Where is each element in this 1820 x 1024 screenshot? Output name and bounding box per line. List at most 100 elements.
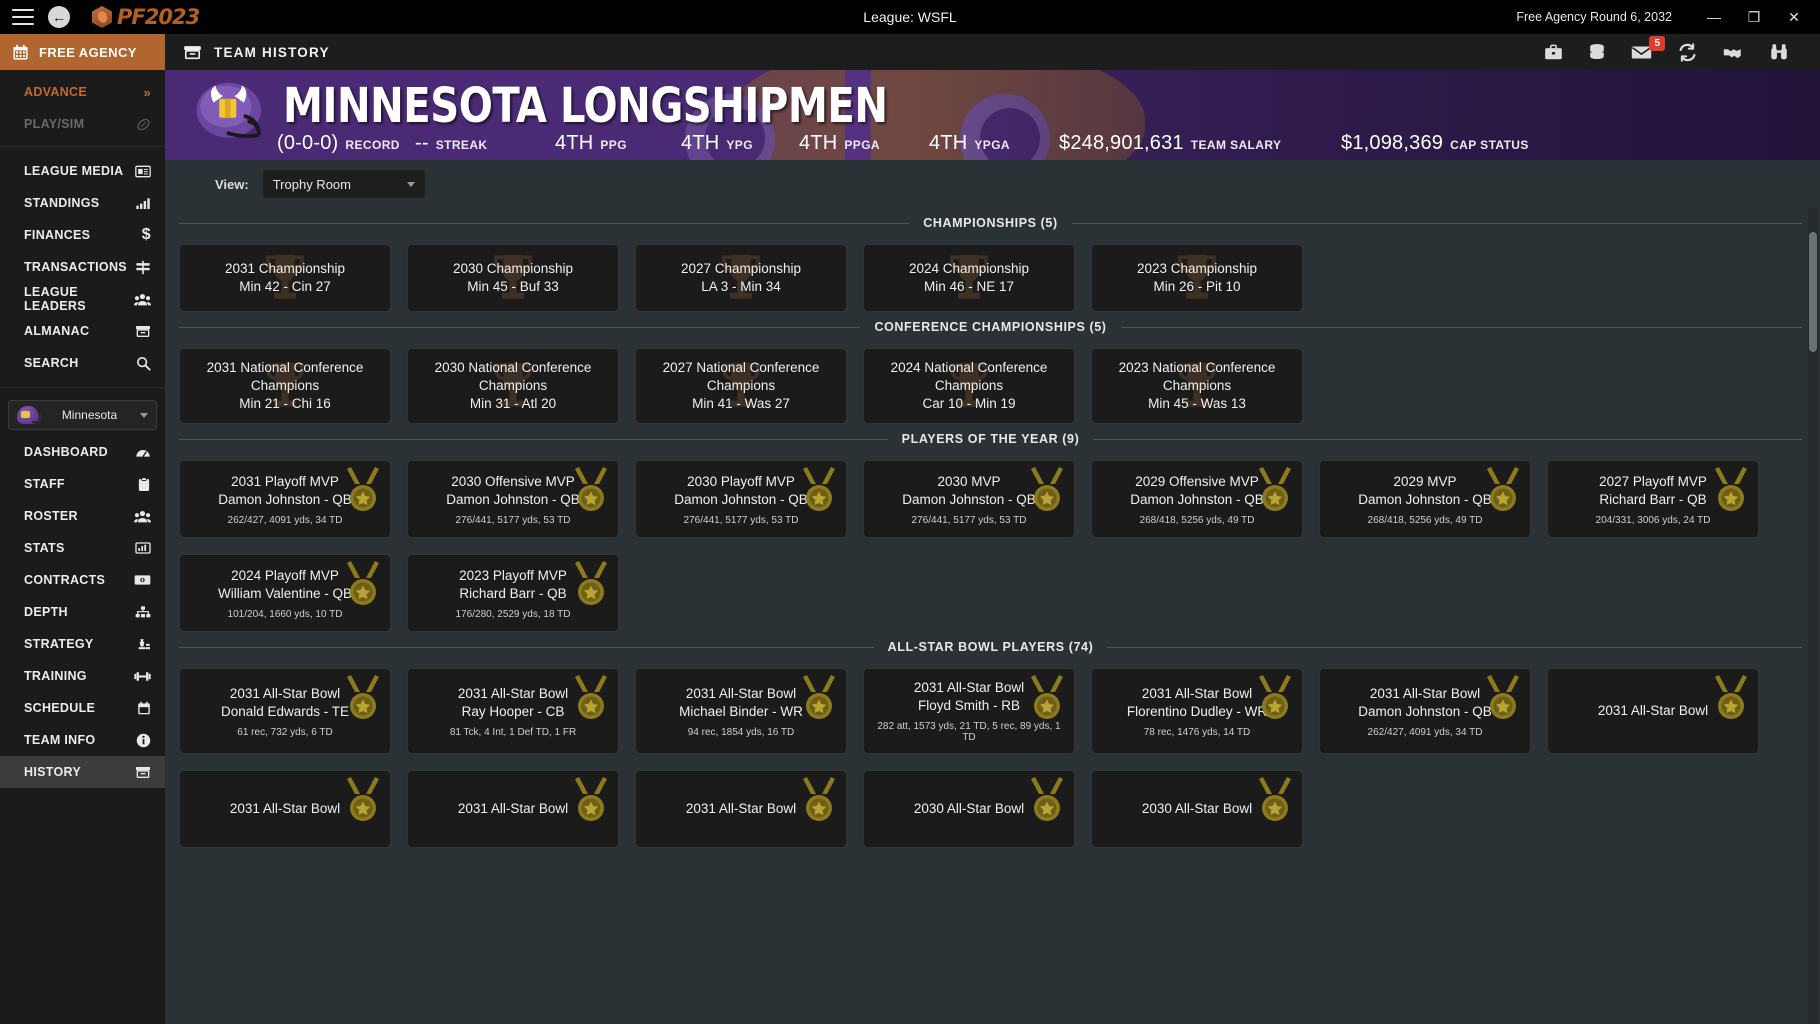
sidebar-league-group: LEAGUE MEDIA STANDINGS FINANCES $ TRANSA… xyxy=(0,147,165,388)
trophy-card[interactable]: 2031 All-Star Bowl xyxy=(179,770,391,848)
trophy-card[interactable]: 2031 Playoff MVP Damon Johnston - QB 262/4… xyxy=(179,460,391,538)
trophy-card[interactable]: 2031 All-Star Bowl xyxy=(407,770,619,848)
sidebar-item-staff[interactable]: STAFF xyxy=(0,468,165,500)
view-label: View: xyxy=(215,176,249,192)
card-subtitle: Min 21 - Chi 16 xyxy=(239,396,331,411)
trophy-card[interactable]: 2027 Championship LA 3 - Min 34 xyxy=(635,244,847,312)
sidebar-item-team-info[interactable]: TEAM INFO xyxy=(0,724,165,756)
free-agency-header[interactable]: FREE AGENCY xyxy=(0,34,165,70)
medal-icon xyxy=(1259,777,1291,821)
trophy-card[interactable]: 2027 Playoff MVP Richard Barr - QB 204/331… xyxy=(1547,460,1759,538)
sidebar-item-dashboard[interactable]: DASHBOARD xyxy=(0,436,165,468)
section-card-grid: 2031 National Conference Champions Min 21… xyxy=(175,348,1806,424)
sidebar-item-league-leaders[interactable]: LEAGUE LEADERS xyxy=(0,283,165,315)
trophy-card[interactable]: 2030 MVP Damon Johnston - QB 276/441, 5177… xyxy=(863,460,1075,538)
trophy-card[interactable]: 2031 All-Star Bowl Donald Edwards - TE 61 … xyxy=(179,668,391,754)
briefcase-icon[interactable] xyxy=(1544,44,1563,61)
trophy-card[interactable]: 2031 All-Star Bowl Florentino Dudley - WR… xyxy=(1091,668,1303,754)
sidebar-item-advance[interactable]: ADVANCE » xyxy=(0,76,165,108)
trophy-card[interactable]: 2029 Offensive MVP Damon Johnston - QB 268… xyxy=(1091,460,1303,538)
calendar-icon xyxy=(137,701,151,716)
trophy-card[interactable]: 2031 All-Star Bowl Ray Hooper - CB 81 Tck,… xyxy=(407,668,619,754)
sidebar-item-almanac[interactable]: ALMANAC xyxy=(0,315,165,347)
sidebar-item-strategy[interactable]: STRATEGY xyxy=(0,628,165,660)
trophy-card[interactable]: 2027 National Conference Champions Min 41… xyxy=(635,348,847,424)
trophy-card[interactable]: 2030 Playoff MVP Damon Johnston - QB 276/4… xyxy=(635,460,847,538)
database-icon[interactable] xyxy=(1589,43,1605,62)
section-header: CHAMPIONSHIPS (5) xyxy=(175,216,1806,230)
trophy-card[interactable]: 2024 Championship Min 46 - NE 17 xyxy=(863,244,1075,312)
restore-button[interactable]: ❐ xyxy=(1734,0,1774,34)
trophy-card[interactable]: 2030 All-Star Bowl xyxy=(863,770,1075,848)
trophy-card[interactable]: 2030 National Conference Champions Min 31… xyxy=(407,348,619,424)
card-title: 2031 All-Star Bowl xyxy=(229,685,341,701)
view-select[interactable]: Trophy Room xyxy=(262,170,425,198)
archive-box-icon xyxy=(135,324,151,338)
archive-box-icon xyxy=(135,765,151,779)
trophy-card[interactable]: 2030 Offensive MVP Damon Johnston - QB 276… xyxy=(407,460,619,538)
card-subtitle: Ray Hooper - CB xyxy=(461,703,565,719)
card-title: 2031 All-Star Bowl xyxy=(685,801,797,816)
minimize-button[interactable]: — xyxy=(1694,0,1734,34)
sidebar-item-transactions[interactable]: TRANSACTIONS xyxy=(0,251,165,283)
trophy-card[interactable]: 2030 Championship Min 45 - Buf 33 xyxy=(407,244,619,312)
vertical-scrollbar[interactable] xyxy=(1808,208,1818,1024)
team-stat-value: 4TH xyxy=(929,132,968,154)
trophy-card[interactable]: 2031 All-Star Bowl xyxy=(1547,668,1759,754)
trophy-card[interactable]: 2031 Championship Min 42 - Cin 27 xyxy=(179,244,391,312)
trophy-card[interactable]: 2023 Championship Min 26 - Pit 10 xyxy=(1091,244,1303,312)
trophy-card[interactable]: 2031 National Conference Champions Min 21… xyxy=(179,348,391,424)
page-toolbar: 5 xyxy=(1544,35,1810,62)
card-subtitle: Damon Johnston - QB xyxy=(446,491,580,507)
sidebar-item-training[interactable]: TRAINING xyxy=(0,660,165,692)
trophy-card[interactable]: 2031 All-Star Bowl Damon Johnston - QB 262… xyxy=(1319,668,1531,754)
card-statline: 61 rec, 732 yds, 6 TD xyxy=(237,726,333,738)
sidebar-item-play-sim[interactable]: PLAY/SIM xyxy=(0,108,165,140)
sidebar-item-league-media[interactable]: LEAGUE MEDIA xyxy=(0,155,165,187)
team-stat-value: -- xyxy=(415,132,429,154)
handshake-icon[interactable] xyxy=(1723,45,1744,60)
sidebar-item-finances[interactable]: FINANCES $ xyxy=(0,219,165,251)
card-subtitle: Min 45 - Was 13 xyxy=(1148,396,1246,411)
sidebar-item-depth[interactable]: DEPTH xyxy=(0,596,165,628)
trophy-card[interactable]: 2029 MVP Damon Johnston - QB 268/418, 5256… xyxy=(1319,460,1531,538)
trophy-card[interactable]: 2031 All-Star Bowl xyxy=(635,770,847,848)
application-window: ← PF2023 League: WSFL Free Agency Round … xyxy=(0,0,1820,1024)
sidebar-item-history[interactable]: HISTORY xyxy=(0,756,165,788)
divider xyxy=(1107,646,1803,648)
team-banner: MINNESOTA LONGSHIPMEN (0-0-0) RECORD -- … xyxy=(165,70,1820,160)
card-title: 2031 National Conference Champions xyxy=(206,360,364,393)
sidebar-item-stats[interactable]: STATS xyxy=(0,532,165,564)
card-subtitle: Damon Johnston - QB xyxy=(218,491,352,507)
title-bar-right: Free Agency Round 6, 2032 — ❐ ✕ xyxy=(1516,0,1820,34)
scrollbar-thumb[interactable] xyxy=(1809,232,1817,352)
close-button[interactable]: ✕ xyxy=(1774,0,1814,34)
card-title: 2030 Offensive MVP xyxy=(451,473,575,489)
section-header: ALL-STAR BOWL PLAYERS (74) xyxy=(175,640,1806,654)
sidebar-item-search[interactable]: SEARCH xyxy=(0,347,165,379)
card-subtitle: Florentino Dudley - WR xyxy=(1126,703,1268,719)
trophy-card[interactable]: 2023 Playoff MVP Richard Barr - QB 176/280… xyxy=(407,554,619,632)
sidebar-item-standings[interactable]: STANDINGS xyxy=(0,187,165,219)
chevron-down-icon xyxy=(140,412,148,418)
team-stat: 4TH PPGA xyxy=(799,132,929,155)
trophy-card[interactable]: 2030 All-Star Bowl xyxy=(1091,770,1303,848)
trophy-card[interactable]: 2023 National Conference Champions Min 45… xyxy=(1091,348,1303,424)
page-title: TEAM HISTORY xyxy=(214,44,330,60)
sidebar-item-roster[interactable]: ROSTER xyxy=(0,500,165,532)
sidebar-item-schedule[interactable]: SCHEDULE xyxy=(0,692,165,724)
binoculars-icon[interactable] xyxy=(1770,43,1788,61)
team-selector[interactable]: Minnesota xyxy=(8,400,157,430)
sidebar-item-contracts[interactable]: CONTRACTS xyxy=(0,564,165,596)
app-logo: PF2023 xyxy=(92,5,200,29)
trophy-room-scroll-area[interactable]: CHAMPIONSHIPS (5) 2031 Championship Min 42… xyxy=(165,208,1820,1024)
trophy-card[interactable]: 2024 National Conference Champions Car 10… xyxy=(863,348,1075,424)
mail-icon[interactable]: 5 xyxy=(1631,35,1665,60)
trophy-card[interactable]: 2031 All-Star Bowl Michael Binder - WR 94 … xyxy=(635,668,847,754)
trophy-card[interactable]: 2024 Playoff MVP William Valentine - QB 10… xyxy=(179,554,391,632)
menu-hamburger-icon[interactable] xyxy=(12,9,34,25)
team-stats-row: (0-0-0) RECORD -- STREAK 4TH PPG 4TH YPG xyxy=(277,132,1800,155)
refresh-icon[interactable] xyxy=(1678,42,1697,62)
back-arrow-icon[interactable]: ← xyxy=(48,6,70,28)
trophy-card[interactable]: 2031 All-Star Bowl Floyd Smith - RB 282 at… xyxy=(863,668,1075,754)
